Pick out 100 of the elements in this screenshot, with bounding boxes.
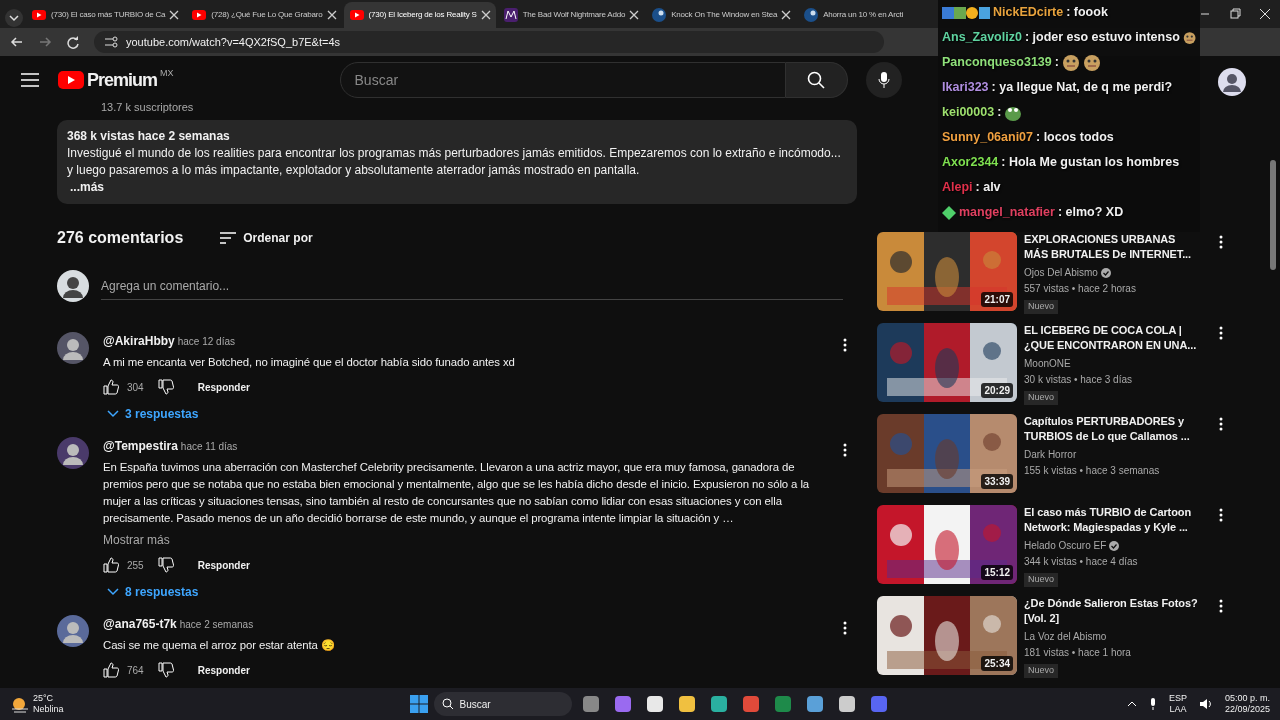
browser-tab[interactable]: The Bad Wolf Nightmare Addo bbox=[497, 2, 645, 28]
video-title[interactable]: EXPLORACIONES URBANAS MÁS BRUTALES De INTERNET... bbox=[1024, 232, 1202, 262]
chat-message: : bbox=[1054, 54, 1059, 71]
tab-list-icon[interactable] bbox=[4, 8, 24, 28]
video-title[interactable]: Capítulos PERTURBADORES y TURBIOS de Lo que Callamos ... bbox=[1024, 414, 1202, 444]
reply-button[interactable]: Responder bbox=[197, 379, 250, 395]
start-icon[interactable] bbox=[409, 695, 428, 713]
chat-username[interactable]: kei00003 bbox=[942, 100, 995, 125]
scrollbar-thumb[interactable] bbox=[1270, 160, 1276, 270]
search-button[interactable] bbox=[785, 62, 848, 98]
comment-author[interactable]: @Tempestira bbox=[103, 437, 178, 455]
reload-icon[interactable] bbox=[66, 35, 80, 49]
more-options-icon[interactable] bbox=[1219, 235, 1223, 249]
logo-icon bbox=[502, 7, 519, 23]
emote-icon bbox=[1061, 53, 1080, 72]
site-info-icon bbox=[104, 36, 118, 48]
back-icon[interactable] bbox=[10, 35, 24, 49]
forward-icon[interactable] bbox=[38, 35, 52, 49]
play-icon bbox=[31, 7, 47, 23]
thumbs-up-icon[interactable] bbox=[103, 379, 119, 395]
browser-tab[interactable]: (730) El caso más TURBIO de Ca bbox=[26, 2, 185, 28]
browser-tab[interactable]: (730) El Iceberg de los Reality S bbox=[343, 2, 496, 28]
language-code[interactable]: ESP bbox=[1168, 693, 1187, 704]
microphone-icon bbox=[1148, 698, 1157, 710]
close-icon[interactable] bbox=[781, 10, 792, 20]
chevron-up-icon[interactable] bbox=[1126, 701, 1137, 707]
sort-button[interactable]: Ordenar por bbox=[219, 229, 313, 247]
taskbar-search[interactable]: Buscar bbox=[433, 692, 572, 716]
chevron-down-icon bbox=[107, 410, 119, 418]
chat-username[interactable]: Alepi bbox=[942, 175, 973, 200]
browser-tab[interactable]: (728) ¿Qué Fue Lo Que Grabaro bbox=[186, 2, 342, 28]
chat-username[interactable]: NickEDcirte bbox=[993, 0, 1064, 25]
chat-username[interactable]: Axor2344 bbox=[942, 150, 999, 175]
chat-message: : elmo? XD bbox=[1057, 204, 1124, 221]
play-logo-icon[interactable] bbox=[58, 71, 84, 89]
thumbs-down-icon[interactable] bbox=[157, 662, 174, 678]
close-icon[interactable] bbox=[629, 10, 640, 20]
comment-author[interactable]: @AkiraHbby bbox=[103, 332, 175, 350]
video-title[interactable]: El caso más TURBIO de Cartoon Network: Magiespadas y Kyle ... bbox=[1024, 505, 1202, 535]
like-count: 764 bbox=[127, 663, 144, 678]
comment-author[interactable]: @ana765-t7k bbox=[103, 615, 177, 633]
keyboard-layout[interactable]: LAA bbox=[1168, 704, 1187, 715]
browser-tab[interactable]: Knock On The Window en Stea bbox=[646, 2, 797, 28]
microphone-icon bbox=[877, 71, 890, 89]
chat-username[interactable]: mangel_natafier bbox=[959, 200, 1055, 225]
microphone-button[interactable] bbox=[865, 62, 902, 98]
more-options-icon[interactable] bbox=[843, 621, 847, 635]
duration-label: 20:29 bbox=[981, 383, 1013, 398]
duration-label: 15:12 bbox=[981, 565, 1013, 580]
reply-button[interactable]: Responder bbox=[197, 662, 250, 678]
avatar-icon bbox=[57, 437, 89, 469]
speaker-icon[interactable] bbox=[1198, 698, 1213, 710]
chat-username[interactable]: Ans_Zavoliz0 bbox=[942, 25, 1022, 50]
channel-name[interactable]: Ojos Del Abismo bbox=[1024, 265, 1098, 280]
close-icon[interactable] bbox=[1259, 8, 1271, 20]
comment-field[interactable]: Agrega un comentario... bbox=[101, 272, 843, 300]
avatar-icon[interactable] bbox=[1218, 68, 1246, 96]
replies-button[interactable]: 3 respuestas bbox=[107, 405, 199, 423]
video-title[interactable]: ¿De Dónde Salieron Estas Fotos? [Vol. 2] bbox=[1024, 596, 1202, 626]
close-icon[interactable] bbox=[326, 10, 337, 20]
more-options-icon[interactable] bbox=[843, 443, 847, 457]
browser-tab[interactable]: Ahorra un 10 % en Arcti bbox=[798, 2, 909, 28]
thumbs-up-icon[interactable] bbox=[103, 557, 119, 573]
channel-name[interactable]: Dark Horror bbox=[1024, 447, 1077, 462]
search-field[interactable]: Buscar bbox=[339, 62, 786, 98]
video-meta: 557 vistas • hace 2 horas bbox=[1024, 282, 1137, 296]
replies-button[interactable]: 8 respuestas bbox=[107, 583, 199, 601]
address-bar[interactable]: youtube.com/watch?v=4QX2fSQ_b7E&t=4s bbox=[94, 31, 884, 53]
more-options-icon[interactable] bbox=[1219, 599, 1223, 613]
more-options-icon[interactable] bbox=[1219, 508, 1223, 522]
thumbs-down-icon[interactable] bbox=[157, 557, 174, 573]
logo-text[interactable]: Premium bbox=[87, 66, 158, 94]
channel-name[interactable]: Helado Oscuro EF bbox=[1024, 538, 1107, 553]
close-icon[interactable] bbox=[480, 10, 491, 20]
more-link[interactable]: ...más bbox=[70, 179, 105, 196]
more-options-icon[interactable] bbox=[1219, 417, 1223, 431]
reply-button[interactable]: Responder bbox=[197, 557, 250, 573]
video-title[interactable]: EL ICEBERG DE COCA COLA | ¿QUE ENCONTRARON EN UNA... bbox=[1024, 323, 1202, 353]
chat-username[interactable]: Panconqueso3139 bbox=[942, 50, 1052, 75]
restore-icon[interactable] bbox=[1229, 8, 1241, 20]
channel-name[interactable]: La Voz del Abismo bbox=[1024, 629, 1107, 644]
more-options-icon[interactable] bbox=[843, 338, 847, 352]
chat-username[interactable]: Sunny_06ani07 bbox=[942, 125, 1033, 150]
menu-icon[interactable] bbox=[20, 72, 40, 88]
video-meta: 181 vistas • hace 1 hora bbox=[1024, 646, 1132, 660]
clock-date[interactable]: 22/09/2025 bbox=[1224, 704, 1270, 715]
avatar-icon bbox=[57, 332, 89, 364]
thumbs-up-icon[interactable] bbox=[103, 662, 119, 678]
description-panel[interactable] bbox=[57, 120, 857, 204]
video-meta: 155 k vistas • hace 3 semanas bbox=[1024, 464, 1161, 478]
channel-name[interactable]: MoonONE bbox=[1024, 356, 1071, 371]
thumbs-down-icon[interactable] bbox=[157, 379, 174, 395]
show-more-link[interactable]: Mostrar más bbox=[103, 531, 170, 549]
chat-username[interactable]: Ikari323 bbox=[942, 75, 989, 100]
description-text: Investigué el mundo de los realities para encontrar los programas más perturbadores jamás emitidos. Empezaremos con lo extraño e incómodo... y luego pasaremos a lo más impactante, explotador y absolutamente aterrador jamás mostrado en pantalla. bbox=[67, 145, 842, 179]
more-options-icon[interactable] bbox=[1219, 326, 1223, 340]
url-text: youtube.com/watch?v=4QX2fSQ_b7E&t=4s bbox=[126, 34, 341, 50]
region-label: MX bbox=[160, 66, 174, 80]
close-icon[interactable] bbox=[169, 10, 180, 20]
clock-time[interactable]: 05:00 p. m. bbox=[1224, 693, 1270, 704]
